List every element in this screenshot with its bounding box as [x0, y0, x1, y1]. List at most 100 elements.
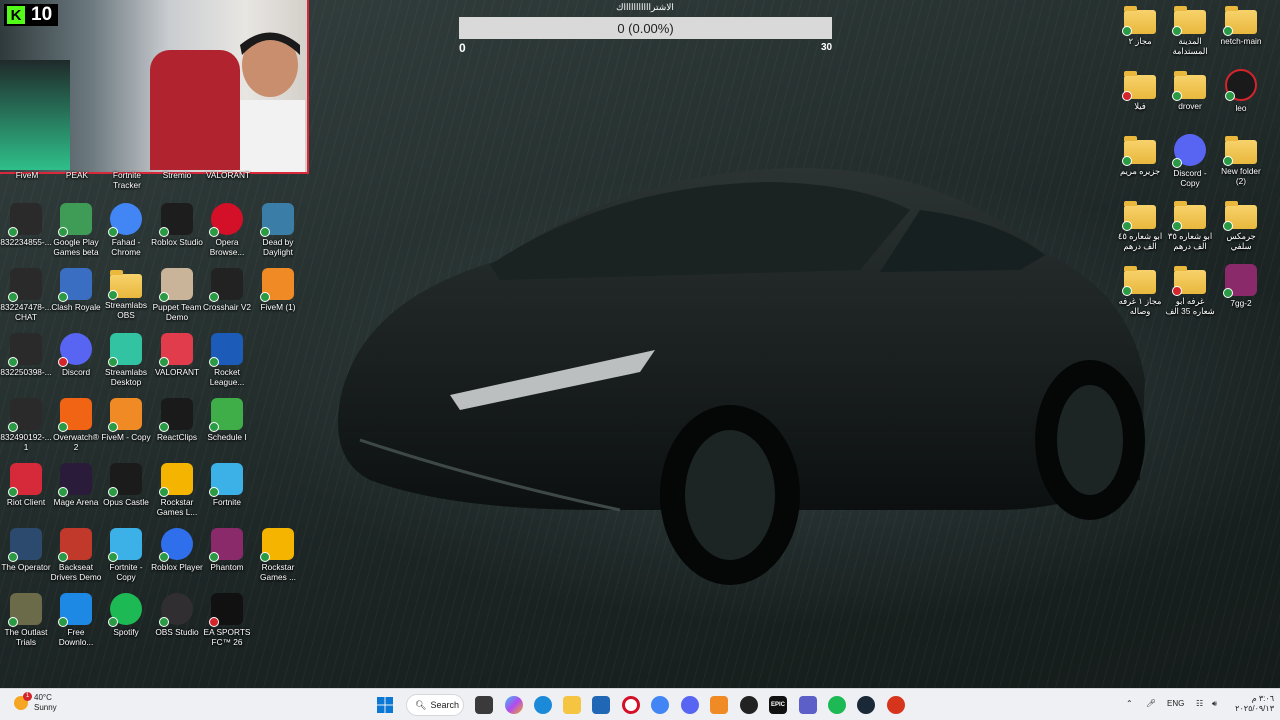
windows-start-icon[interactable] — [376, 696, 394, 714]
desktop-icon[interactable]: 7gg-2 — [1215, 264, 1267, 308]
desktop-icon[interactable]: فيلا — [1114, 69, 1166, 111]
winrar-icon — [209, 528, 243, 562]
desktop-icon[interactable]: netch-main — [1215, 4, 1267, 46]
desktop-icon[interactable]: Fortnite - Copy — [100, 528, 152, 582]
desktop-icon[interactable]: Rockstar Games L... — [151, 463, 203, 517]
desktop-icon[interactable]: drover — [1164, 69, 1216, 111]
desktop-icon[interactable]: 832250398-... — [0, 333, 52, 377]
sync-error-icon — [1122, 91, 1132, 101]
copilot-icon[interactable] — [505, 696, 523, 714]
desktop-icon[interactable]: FiveM (1) — [252, 268, 304, 312]
desktop-icon-partial[interactable]: FiveM — [1, 170, 53, 180]
language-indicator[interactable]: ENG — [1167, 699, 1184, 708]
desktop-icon[interactable]: ReactClips — [151, 398, 203, 442]
goal-max: 30 — [821, 42, 833, 53]
dead-by-daylight-icon — [260, 203, 294, 237]
desktop-icon[interactable]: Free Downlo... — [50, 593, 102, 647]
desktop-icon[interactable]: Discord - Copy — [1164, 134, 1216, 188]
desktop-icon-partial[interactable]: VALORANT — [202, 170, 254, 180]
desktop-icon-label: المدينة المستدامة — [1172, 36, 1208, 56]
desktop-icon[interactable]: VALORANT — [151, 333, 203, 377]
desktop-icon[interactable]: FiveM - Copy — [100, 398, 152, 442]
desktop-icon[interactable]: مجاز ١ غرفه وصاله — [1114, 264, 1166, 316]
desktop-icon[interactable]: غرفه ابو شعاره 35 الف — [1164, 264, 1216, 316]
wifi-icon[interactable]: ☷ — [1196, 699, 1203, 708]
desktop-icon[interactable]: Mage Arena — [50, 463, 102, 507]
volume-icon[interactable]: 🔊︎ — [1212, 699, 1217, 709]
desktop-icon[interactable]: Roblox Player — [151, 528, 203, 572]
desktop-icon[interactable]: Clash Royale — [50, 268, 102, 312]
chrome-taskbar-icon[interactable] — [651, 696, 669, 714]
desktop-icon[interactable]: ابو شعاره ٤٥ الف درهم — [1114, 199, 1166, 251]
desktop-icon[interactable]: Opera Browse... — [201, 203, 253, 257]
file-explorer-icon[interactable] — [563, 696, 581, 714]
discord-taskbar-icon[interactable] — [681, 696, 699, 714]
sync-ok-icon — [159, 292, 169, 302]
desktop-icon-label: netch-main — [1220, 36, 1262, 46]
microphone-icon[interactable]: 🎤︎ — [1146, 699, 1156, 708]
desktop-icon[interactable]: Roblox Studio — [151, 203, 203, 247]
task-view-icon[interactable] — [475, 696, 493, 714]
desktop-icon-partial[interactable]: PEAK — [51, 170, 103, 180]
kick-viewer-badge: K 10 — [4, 4, 59, 26]
desktop-icon[interactable]: Fortnite — [201, 463, 253, 507]
desktop-icon[interactable]: 832490192-... 1 — [0, 398, 52, 452]
desktop-icon[interactable]: ابو شعاره ٣٥ الف درهم — [1164, 199, 1216, 251]
desktop-icon[interactable]: Rocket League... — [201, 333, 253, 387]
edge-icon[interactable] — [534, 696, 552, 714]
app-taskbar-icon[interactable] — [887, 696, 905, 714]
desktop-icon[interactable]: Phantom — [201, 528, 253, 572]
desktop-icon[interactable]: 832234855-... — [0, 203, 52, 247]
desktop-icon[interactable]: OBS Studio — [151, 593, 203, 637]
desktop-icon[interactable]: Backseat Drivers Demo — [50, 528, 102, 582]
desktop-icon[interactable]: مجاز ٢ — [1114, 4, 1166, 46]
clock[interactable]: ٣:٠٦ م ٢٠٢٥/٠٩/١٣ — [1234, 694, 1274, 714]
obs-taskbar-icon[interactable] — [740, 696, 758, 714]
chevron-up-icon[interactable]: ⌃ — [1126, 699, 1133, 708]
opera-taskbar-icon[interactable] — [622, 696, 640, 714]
desktop-icon-label: Streamlabs OBS — [105, 300, 147, 320]
desktop-icon[interactable]: جرمكس سلفي — [1215, 199, 1267, 251]
desktop-icon[interactable]: 832247478-... CHAT — [0, 268, 52, 322]
desktop-icon-label: Google Play Games beta — [53, 237, 99, 257]
desktop-icon[interactable]: Crosshair V2 — [201, 268, 253, 312]
desktop-icon-label: Fortnite - Copy — [109, 562, 143, 582]
desktop-icon[interactable]: Dead by Daylight — [252, 203, 304, 257]
desktop-icon[interactable]: Overwatch® 2 — [50, 398, 102, 452]
desktop-icon[interactable]: Google Play Games beta — [50, 203, 102, 257]
desktop-icon-label: 832247478-... CHAT — [0, 302, 52, 322]
desktop-icon[interactable]: Riot Client — [0, 463, 52, 507]
folder-icon — [1122, 266, 1156, 296]
desktop-icon[interactable]: leo — [1215, 69, 1267, 113]
desktop-icon[interactable]: New folder (2) — [1215, 134, 1267, 186]
taskbar-search[interactable]: 🔍︎ Search — [406, 694, 464, 716]
desktop-icon[interactable]: Streamlabs Desktop — [100, 333, 152, 387]
desktop-icon[interactable]: Streamlabs OBS — [100, 268, 152, 320]
desktop-icon[interactable]: جزيره مريم — [1114, 134, 1166, 176]
desktop-icon[interactable]: Opus Castle — [100, 463, 152, 507]
desktop-icon[interactable]: Fahad - Chrome — [100, 203, 152, 257]
teams-icon[interactable] — [799, 696, 817, 714]
microsoft-store-icon[interactable] — [592, 696, 610, 714]
desktop-icon-partial[interactable]: Fortnite Tracker — [101, 170, 153, 190]
fivem-taskbar-icon[interactable] — [710, 696, 728, 714]
desktop-icon[interactable]: Rockstar Games ... — [252, 528, 304, 582]
desktop-icon[interactable]: The Outlast Trials — [0, 593, 52, 647]
desktop-icon[interactable]: EA SPORTS FC™ 26 — [201, 593, 253, 647]
obs-icon — [159, 593, 193, 627]
desktop-icon[interactable]: Schedule I — [201, 398, 253, 442]
desktop-icon-label: مجاز ١ غرفه وصاله — [1118, 296, 1162, 316]
spotify-taskbar-icon[interactable] — [828, 696, 846, 714]
desktop-icon[interactable]: Discord — [50, 333, 102, 377]
weather-widget[interactable]: 1 40°C Sunny — [14, 692, 57, 713]
desktop-icon[interactable]: Puppet Team Demo — [151, 268, 203, 322]
epic-games-icon[interactable]: EPIC — [769, 696, 787, 714]
steam-icon[interactable] — [857, 696, 875, 714]
desktop-icon-partial[interactable]: Stremio — [151, 170, 203, 180]
sync-ok-icon — [159, 422, 169, 432]
sync-ok-icon — [58, 227, 68, 237]
desktop-icon-label: غرفه ابو شعاره 35 الف — [1165, 296, 1215, 316]
desktop-icon[interactable]: Spotify — [100, 593, 152, 637]
desktop-icon[interactable]: The Operator — [0, 528, 52, 572]
desktop-icon[interactable]: المدينة المستدامة — [1164, 4, 1216, 56]
